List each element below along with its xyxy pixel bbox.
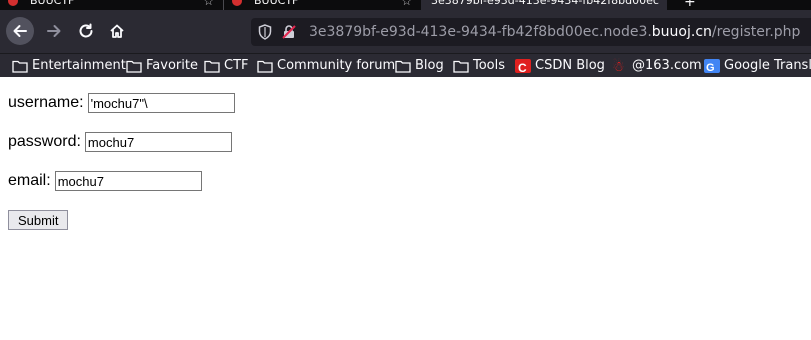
password-row: password: <box>8 132 232 152</box>
tab-title: 3e3879bf-e93d-413e-9434-fb42f8bd00ec <box>431 0 659 7</box>
home-button[interactable] <box>103 17 131 45</box>
bookmark-label: Community forum <box>277 57 396 73</box>
bookmark-label: Tools <box>473 57 506 73</box>
bookmark-csdn-blog[interactable]: CSDN Blog <box>515 54 605 77</box>
bookmarks-toolbar: Entertainment Favorite CTF Community for… <box>0 53 811 77</box>
bookmark-blog[interactable]: Blog <box>395 54 444 77</box>
bookmark-community-forum[interactable]: Community forum <box>257 54 395 77</box>
page-content: username: password: email: Submit <box>0 77 811 340</box>
back-arrow-icon <box>13 25 27 37</box>
forward-arrow-icon <box>47 25 61 37</box>
username-row: username: <box>8 93 235 113</box>
submit-button[interactable]: Submit <box>8 210 69 230</box>
email-row: email: <box>8 171 202 191</box>
plus-icon[interactable]: + <box>684 0 696 10</box>
bookmark-tools[interactable]: Tools <box>453 54 505 77</box>
username-input[interactable] <box>87 93 235 113</box>
folder-icon <box>126 59 142 73</box>
tab-favicon-icon <box>232 0 242 6</box>
tracking-shield-icon[interactable] <box>258 24 272 40</box>
url-prefix: 3e3879bf-e93d-413e-9434-fb42f8bd00ec.nod… <box>309 24 652 40</box>
password-input[interactable] <box>84 132 232 152</box>
bookmark-label: Blog <box>415 57 444 73</box>
bookmark-entertainment[interactable]: Entertainment <box>12 54 126 77</box>
star-icon[interactable]: ☆ <box>401 0 412 8</box>
bookmark-google-translate[interactable]: Google Translate <box>704 54 811 77</box>
bookmark-label: Entertainment <box>32 57 126 73</box>
tab-1[interactable]: BUUCTF ☆ <box>0 0 222 10</box>
folder-icon <box>12 59 28 73</box>
forward-button[interactable] <box>40 17 68 45</box>
tab-3-active[interactable]: 3e3879bf-e93d-413e-9434-fb42f8bd00ec <box>421 0 667 10</box>
tab-favicon-icon <box>8 0 18 6</box>
bookmark-163-mail[interactable]: @163.com <box>612 54 702 78</box>
email-input[interactable] <box>54 171 202 191</box>
bookmark-ctf[interactable]: CTF <box>204 54 249 77</box>
bookmark-label: CTF <box>224 57 249 73</box>
star-icon[interactable]: ☆ <box>203 0 214 8</box>
tab-2[interactable]: BUUCTF ☆ <box>224 0 420 10</box>
tab-strip: BUUCTF ☆ BUUCTF ☆ 3e3879bf-e93d-413e-943… <box>0 0 811 10</box>
back-button[interactable] <box>6 17 34 45</box>
url-path: /register.php <box>711 24 801 40</box>
email-label: email: <box>8 172 51 189</box>
tab-title: BUUCTF <box>30 0 75 7</box>
mail-163-icon <box>612 56 628 78</box>
google-translate-icon <box>704 57 720 77</box>
reload-button[interactable] <box>72 17 100 45</box>
folder-icon <box>453 59 469 73</box>
bookmark-favorite[interactable]: Favorite <box>126 54 198 77</box>
navigation-toolbar: 3e3879bf-e93d-413e-9434-fb42f8bd00ec.nod… <box>0 10 811 53</box>
bookmark-label: @163.com <box>632 57 702 73</box>
insecure-lock-icon[interactable] <box>281 24 297 40</box>
url-domain: buuoj.cn <box>651 24 712 40</box>
bookmark-label: Favorite <box>146 57 198 73</box>
csdn-icon <box>515 57 531 77</box>
bookmark-label: Google Translate <box>724 57 811 73</box>
bookmark-label: CSDN Blog <box>535 57 605 73</box>
folder-icon <box>204 59 220 73</box>
tab-title: BUUCTF <box>254 0 299 7</box>
home-icon <box>110 24 124 38</box>
folder-icon <box>257 59 273 73</box>
folder-icon <box>395 59 411 73</box>
address-bar[interactable]: 3e3879bf-e93d-413e-9434-fb42f8bd00ec.nod… <box>251 18 811 46</box>
reload-icon <box>79 23 93 38</box>
url-text[interactable]: 3e3879bf-e93d-413e-9434-fb42f8bd00ec.nod… <box>309 18 800 46</box>
username-label: username: <box>8 94 84 111</box>
password-label: password: <box>8 133 81 150</box>
